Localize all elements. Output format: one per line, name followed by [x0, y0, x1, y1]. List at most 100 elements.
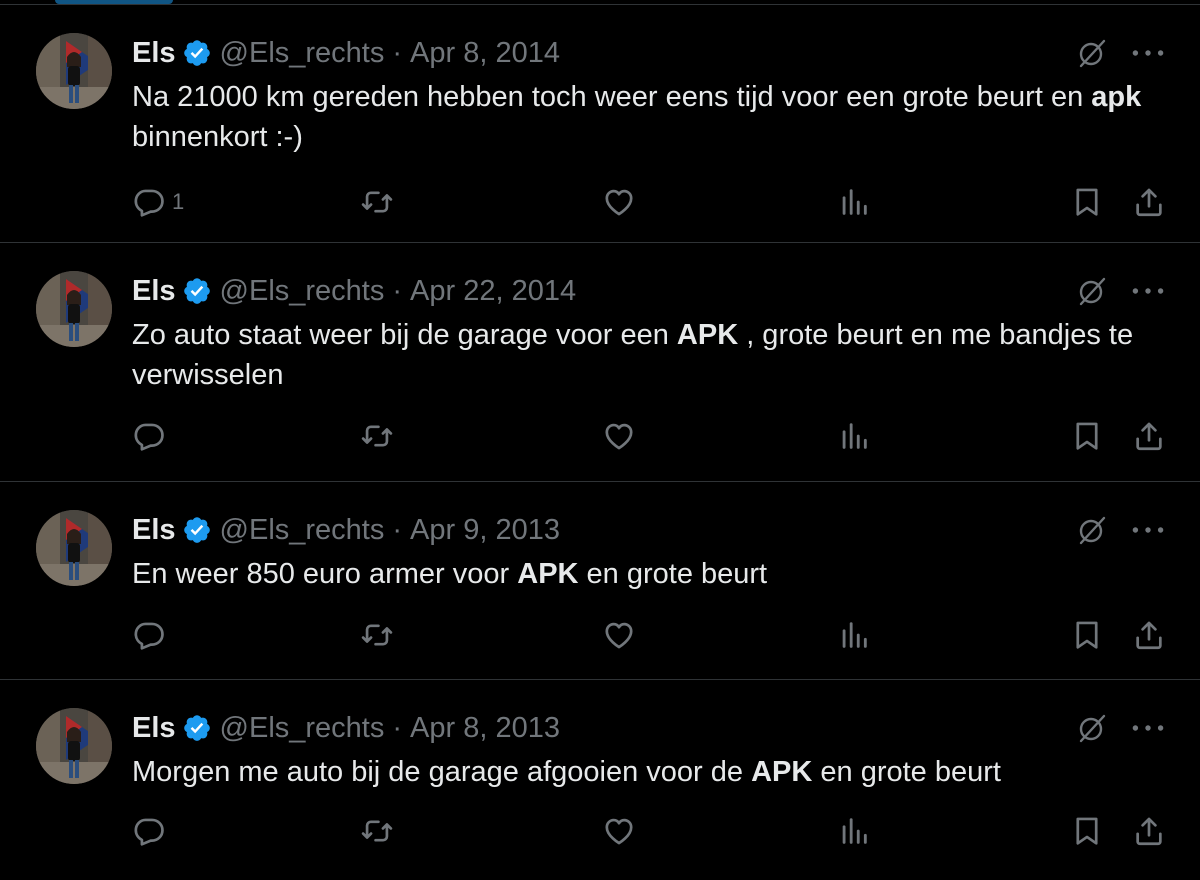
- reply-icon: [132, 419, 166, 453]
- tweet-header: Els @Els_rechts · Apr 9, 2013: [132, 512, 560, 548]
- like-button[interactable]: [602, 615, 636, 655]
- views-icon: [837, 814, 871, 848]
- bookmark-button[interactable]: [1070, 811, 1104, 851]
- retweet-button[interactable]: [360, 416, 394, 456]
- share-button[interactable]: [1132, 416, 1166, 456]
- separator: ·: [392, 711, 403, 744]
- retweet-button[interactable]: [360, 182, 394, 222]
- author-name[interactable]: Els: [132, 712, 176, 745]
- author-handle[interactable]: @Els_rechts: [220, 37, 385, 70]
- tweet-actions: [132, 615, 1170, 655]
- author-name[interactable]: Els: [132, 275, 176, 308]
- tweet-header: Els @Els_rechts · Apr 8, 2014: [132, 35, 560, 71]
- reply-button[interactable]: [132, 416, 172, 456]
- reply-count: 1: [172, 189, 185, 214]
- avatar[interactable]: [36, 708, 112, 784]
- tweet-text-part: Na 21000 km gereden hebben toch weer een…: [132, 81, 1092, 113]
- separator: ·: [392, 513, 403, 546]
- tweet-text: Na 21000 km gereden hebben toch weer een…: [132, 77, 1162, 157]
- timeline: Els @Els_rechts · Apr 8, 2014 Na 21000 k…: [0, 0, 1200, 880]
- tweet[interactable]: Els @Els_rechts · Apr 8, 2013 Morgen me …: [0, 680, 1200, 880]
- like-icon: [602, 618, 636, 652]
- like-button[interactable]: [602, 182, 636, 222]
- retweet-icon: [360, 419, 394, 453]
- retweet-button[interactable]: [360, 615, 394, 655]
- tweet-date[interactable]: Apr 22, 2014: [410, 275, 576, 308]
- bookmark-button[interactable]: [1070, 182, 1104, 222]
- views-icon: [837, 185, 871, 219]
- bookmark-button[interactable]: [1070, 615, 1104, 655]
- views-button[interactable]: [837, 615, 871, 655]
- like-icon: [602, 419, 636, 453]
- tweet-text-part: Zo auto staat weer bij de garage voor ee…: [132, 319, 677, 351]
- author-handle[interactable]: @Els_rechts: [220, 275, 385, 308]
- views-button[interactable]: [837, 811, 871, 851]
- share-icon: [1132, 814, 1166, 848]
- tweet[interactable]: Els @Els_rechts · Apr 22, 2014 Zo auto s…: [0, 243, 1200, 482]
- like-button[interactable]: [602, 811, 636, 851]
- tweet-text-part: binnenkort :-): [132, 121, 303, 153]
- tweet-text-highlight: apk: [1091, 81, 1142, 113]
- views-button[interactable]: [837, 416, 871, 456]
- reply-icon: [132, 618, 166, 652]
- share-button[interactable]: [1132, 615, 1166, 655]
- grok-icon[interactable]: [1076, 514, 1108, 546]
- separator: ·: [392, 274, 403, 307]
- more-icon[interactable]: [1128, 514, 1168, 546]
- tweet-text-highlight: APK: [517, 558, 579, 590]
- reply-button[interactable]: 1: [132, 182, 184, 222]
- more-icon[interactable]: [1128, 275, 1168, 307]
- grok-icon[interactable]: [1076, 275, 1108, 307]
- bookmark-icon: [1070, 618, 1104, 652]
- tweet[interactable]: Els @Els_rechts · Apr 8, 2014 Na 21000 k…: [0, 4, 1200, 243]
- share-icon: [1132, 185, 1166, 219]
- tweet-date[interactable]: Apr 8, 2013: [410, 712, 560, 745]
- grok-icon[interactable]: [1076, 712, 1108, 744]
- views-button[interactable]: [837, 182, 871, 222]
- retweet-button[interactable]: [360, 811, 394, 851]
- share-button[interactable]: [1132, 182, 1166, 222]
- reply-button[interactable]: [132, 811, 172, 851]
- avatar[interactable]: [36, 271, 112, 347]
- more-icon[interactable]: [1128, 712, 1168, 744]
- views-icon: [837, 419, 871, 453]
- tweet-text-part: en grote beurt: [578, 558, 768, 590]
- author-name[interactable]: Els: [132, 37, 176, 70]
- tweet-date[interactable]: Apr 9, 2013: [410, 514, 560, 547]
- avatar[interactable]: [36, 510, 112, 586]
- retweet-icon: [360, 814, 394, 848]
- tweet-text-part: En weer 850 euro armer voor: [132, 558, 518, 590]
- verified-badge-icon: [182, 276, 212, 306]
- tweet-actions: [132, 811, 1170, 851]
- share-button[interactable]: [1132, 811, 1166, 851]
- bookmark-button[interactable]: [1070, 416, 1104, 456]
- tweet-header: Els @Els_rechts · Apr 22, 2014: [132, 273, 576, 309]
- tweet-text: Morgen me auto bij de garage afgooien vo…: [132, 752, 1162, 792]
- tweet-text-part: Morgen me auto bij de garage afgooien vo…: [132, 756, 752, 788]
- like-icon: [602, 185, 636, 219]
- tweet-text-highlight: APK: [751, 756, 813, 788]
- tweet-text-part: en grote beurt: [812, 756, 1001, 788]
- author-handle[interactable]: @Els_rechts: [220, 514, 385, 547]
- tweet-actions: [132, 416, 1170, 456]
- share-icon: [1132, 618, 1166, 652]
- retweet-icon: [360, 185, 394, 219]
- reply-icon: [132, 814, 166, 848]
- author-name[interactable]: Els: [132, 514, 176, 547]
- tweet-header: Els @Els_rechts · Apr 8, 2013: [132, 710, 560, 746]
- like-button[interactable]: [602, 416, 636, 456]
- tweet-date[interactable]: Apr 8, 2014: [410, 37, 560, 70]
- tweet-text-highlight: APK: [676, 319, 739, 351]
- bookmark-icon: [1070, 185, 1104, 219]
- views-icon: [837, 618, 871, 652]
- like-icon: [602, 814, 636, 848]
- tweet[interactable]: Els @Els_rechts · Apr 9, 2013 En weer 85…: [0, 482, 1200, 680]
- tweet-text: En weer 850 euro armer voor APK en grote…: [132, 554, 1162, 594]
- verified-badge-icon: [182, 713, 212, 743]
- more-icon[interactable]: [1128, 37, 1168, 69]
- tweet-text: Zo auto staat weer bij de garage voor ee…: [132, 315, 1162, 395]
- author-handle[interactable]: @Els_rechts: [220, 712, 385, 745]
- grok-icon[interactable]: [1076, 37, 1108, 69]
- avatar[interactable]: [36, 33, 112, 109]
- reply-button[interactable]: [132, 615, 172, 655]
